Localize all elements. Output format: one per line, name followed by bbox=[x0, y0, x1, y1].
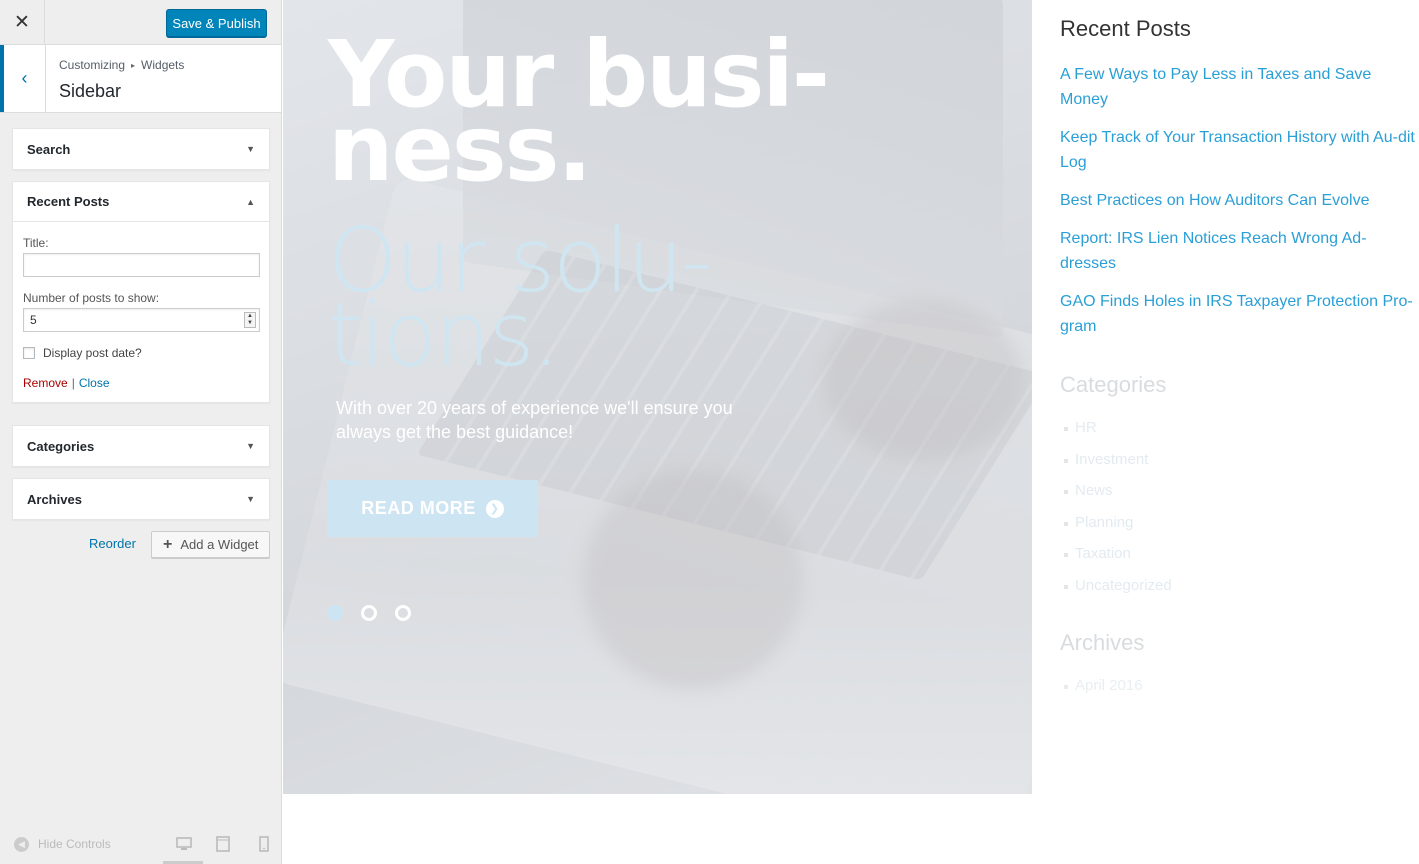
category-link[interactable]: Taxation bbox=[1075, 545, 1131, 562]
slider-dots bbox=[327, 605, 411, 621]
category-item[interactable]: Uncategorized bbox=[1064, 577, 1172, 609]
number-spinner-icon[interactable]: ▲ ▼ bbox=[244, 312, 256, 328]
tablet-preview-icon[interactable] bbox=[215, 836, 231, 852]
display-date-row: Display post date? bbox=[23, 346, 259, 360]
widget-search: Search ▼ bbox=[12, 128, 270, 170]
close-icon[interactable]: ✕ bbox=[0, 0, 45, 45]
add-widget-button[interactable]: + Add a Widget bbox=[151, 531, 270, 558]
breadcrumb: Customizing ▸ Widgets bbox=[59, 58, 184, 72]
widget-title: Archives bbox=[27, 491, 82, 507]
customizer-header: ✕ Save & Publish bbox=[0, 0, 281, 45]
bullet-icon bbox=[1064, 584, 1068, 589]
widget-archives: Archives ▼ bbox=[12, 478, 270, 520]
expand-arrow-icon[interactable]: ▼ bbox=[246, 144, 255, 154]
widget-title: Categories bbox=[27, 438, 95, 454]
hero-text: With over 20 years of experience we'll e… bbox=[336, 398, 733, 442]
breadcrumb-current: Widgets bbox=[141, 58, 185, 72]
post-count-wrapper: 5 ▲ ▼ bbox=[23, 308, 260, 332]
widget-categories-header[interactable]: Categories ▼ bbox=[13, 426, 269, 466]
recent-post-link[interactable]: GAO Finds Holes in IRS Taxpayer Protecti… bbox=[1060, 289, 1419, 339]
widget-recent-posts: Recent Posts ▲ Title: Number of posts to… bbox=[12, 181, 270, 403]
display-date-label: Display post date? bbox=[43, 346, 142, 360]
chevron-circle-right-icon: ❯ bbox=[485, 499, 504, 518]
hide-controls-label: Hide Controls bbox=[38, 837, 111, 851]
widget-recent-posts-body: Title: Number of posts to show: 5 ▲ ▼ Dis… bbox=[13, 222, 269, 402]
actions-separator: | bbox=[71, 376, 75, 390]
recent-post-link[interactable]: Report: IRS Lien Notices Reach Wrong Ad-… bbox=[1060, 226, 1419, 276]
hero-title: Your busi- ness. bbox=[328, 29, 948, 195]
hero-subtitle: Our solu- tions. bbox=[328, 217, 848, 379]
post-count-field[interactable]: 5 bbox=[23, 308, 260, 332]
add-widget-label: Add a Widget bbox=[180, 537, 259, 552]
category-link[interactable]: News bbox=[1075, 482, 1113, 499]
recent-posts-heading: Recent Posts bbox=[1060, 16, 1191, 41]
widget-categories: Categories ▼ bbox=[12, 425, 270, 467]
bullet-icon bbox=[1064, 521, 1068, 526]
category-item[interactable]: Planning bbox=[1064, 514, 1172, 546]
collapse-arrow-icon[interactable]: ▲ bbox=[246, 197, 255, 207]
post-count-label: Number of posts to show: bbox=[23, 291, 160, 305]
hide-controls-button[interactable]: ◀ Hide Controls bbox=[14, 836, 111, 852]
section-header: ‹ Customizing ▸ Widgets Sidebar bbox=[0, 45, 281, 113]
breadcrumb-root: Customizing bbox=[59, 58, 126, 72]
widget-title: Search bbox=[27, 141, 71, 157]
customizer-footer: ◀ Hide Controls bbox=[0, 824, 281, 864]
recent-post-link[interactable]: Keep Track of Your Transaction History w… bbox=[1060, 125, 1419, 175]
recent-post-link[interactable]: A Few Ways to Pay Less in Taxes and Save… bbox=[1060, 62, 1419, 112]
expand-arrow-icon[interactable]: ▼ bbox=[246, 441, 255, 451]
category-item[interactable]: Investment bbox=[1064, 451, 1172, 483]
categories-list: HR Investment News Planning Taxation Unc… bbox=[1064, 419, 1172, 608]
expand-arrow-icon[interactable]: ▼ bbox=[246, 494, 255, 504]
save-publish-button[interactable]: Save & Publish bbox=[166, 9, 267, 37]
slider-dot[interactable] bbox=[361, 605, 377, 621]
plus-icon: + bbox=[163, 535, 173, 553]
widget-title: Recent Posts bbox=[27, 194, 110, 209]
slider-dot[interactable] bbox=[395, 605, 411, 621]
display-date-checkbox[interactable] bbox=[23, 347, 35, 359]
archive-item[interactable]: April 2016 bbox=[1064, 677, 1143, 694]
breadcrumb-separator-icon: ▸ bbox=[131, 60, 136, 70]
back-arrow-icon[interactable]: ‹ bbox=[0, 45, 46, 112]
category-link[interactable]: Investment bbox=[1075, 451, 1148, 468]
hero-slider: Your busi- ness. Our solu- tions. With o… bbox=[283, 0, 1032, 794]
remove-widget-link[interactable]: Remove bbox=[23, 376, 68, 390]
archive-link[interactable]: April 2016 bbox=[1075, 677, 1143, 694]
bullet-icon bbox=[1064, 685, 1068, 689]
category-link[interactable]: Planning bbox=[1075, 514, 1133, 531]
title-field[interactable] bbox=[23, 253, 260, 277]
bullet-icon bbox=[1064, 458, 1068, 463]
category-link[interactable]: HR bbox=[1075, 419, 1097, 436]
archives-list: April 2016 bbox=[1064, 677, 1143, 694]
bullet-icon bbox=[1064, 427, 1068, 431]
widget-actions: Remove | Close bbox=[23, 376, 259, 390]
widget-recent-posts-header[interactable]: Recent Posts ▲ bbox=[13, 182, 269, 222]
section-title: Sidebar bbox=[59, 81, 122, 101]
mobile-preview-icon[interactable] bbox=[256, 836, 272, 852]
category-item[interactable]: HR bbox=[1064, 419, 1172, 451]
read-more-label: READ MORE bbox=[361, 498, 476, 518]
categories-heading: Categories bbox=[1060, 372, 1167, 397]
bullet-icon bbox=[1064, 490, 1068, 494]
recent-post-link[interactable]: Best Practices on How Auditors Can Evolv… bbox=[1060, 188, 1419, 213]
recent-posts-list: A Few Ways to Pay Less in Taxes and Save… bbox=[1060, 62, 1419, 352]
bullet-icon bbox=[1064, 553, 1068, 557]
desktop-preview-icon[interactable] bbox=[176, 836, 192, 852]
category-link[interactable]: Uncategorized bbox=[1075, 577, 1172, 594]
widget-search-header[interactable]: Search ▼ bbox=[13, 129, 269, 169]
widget-archives-header[interactable]: Archives ▼ bbox=[13, 479, 269, 519]
archives-heading: Archives bbox=[1060, 630, 1145, 655]
customizer-panel: ✕ Save & Publish ‹ Customizing ▸ Widgets… bbox=[0, 0, 282, 864]
category-item[interactable]: News bbox=[1064, 482, 1172, 514]
title-field-label: Title: bbox=[23, 236, 49, 250]
slider-dot[interactable] bbox=[327, 605, 343, 621]
category-item[interactable]: Taxation bbox=[1064, 545, 1172, 577]
close-widget-link[interactable]: Close bbox=[79, 376, 110, 390]
reorder-link[interactable]: Reorder bbox=[89, 536, 136, 551]
collapse-circle-icon: ◀ bbox=[14, 836, 29, 852]
read-more-button[interactable]: READ MORE ❯ bbox=[327, 480, 538, 537]
